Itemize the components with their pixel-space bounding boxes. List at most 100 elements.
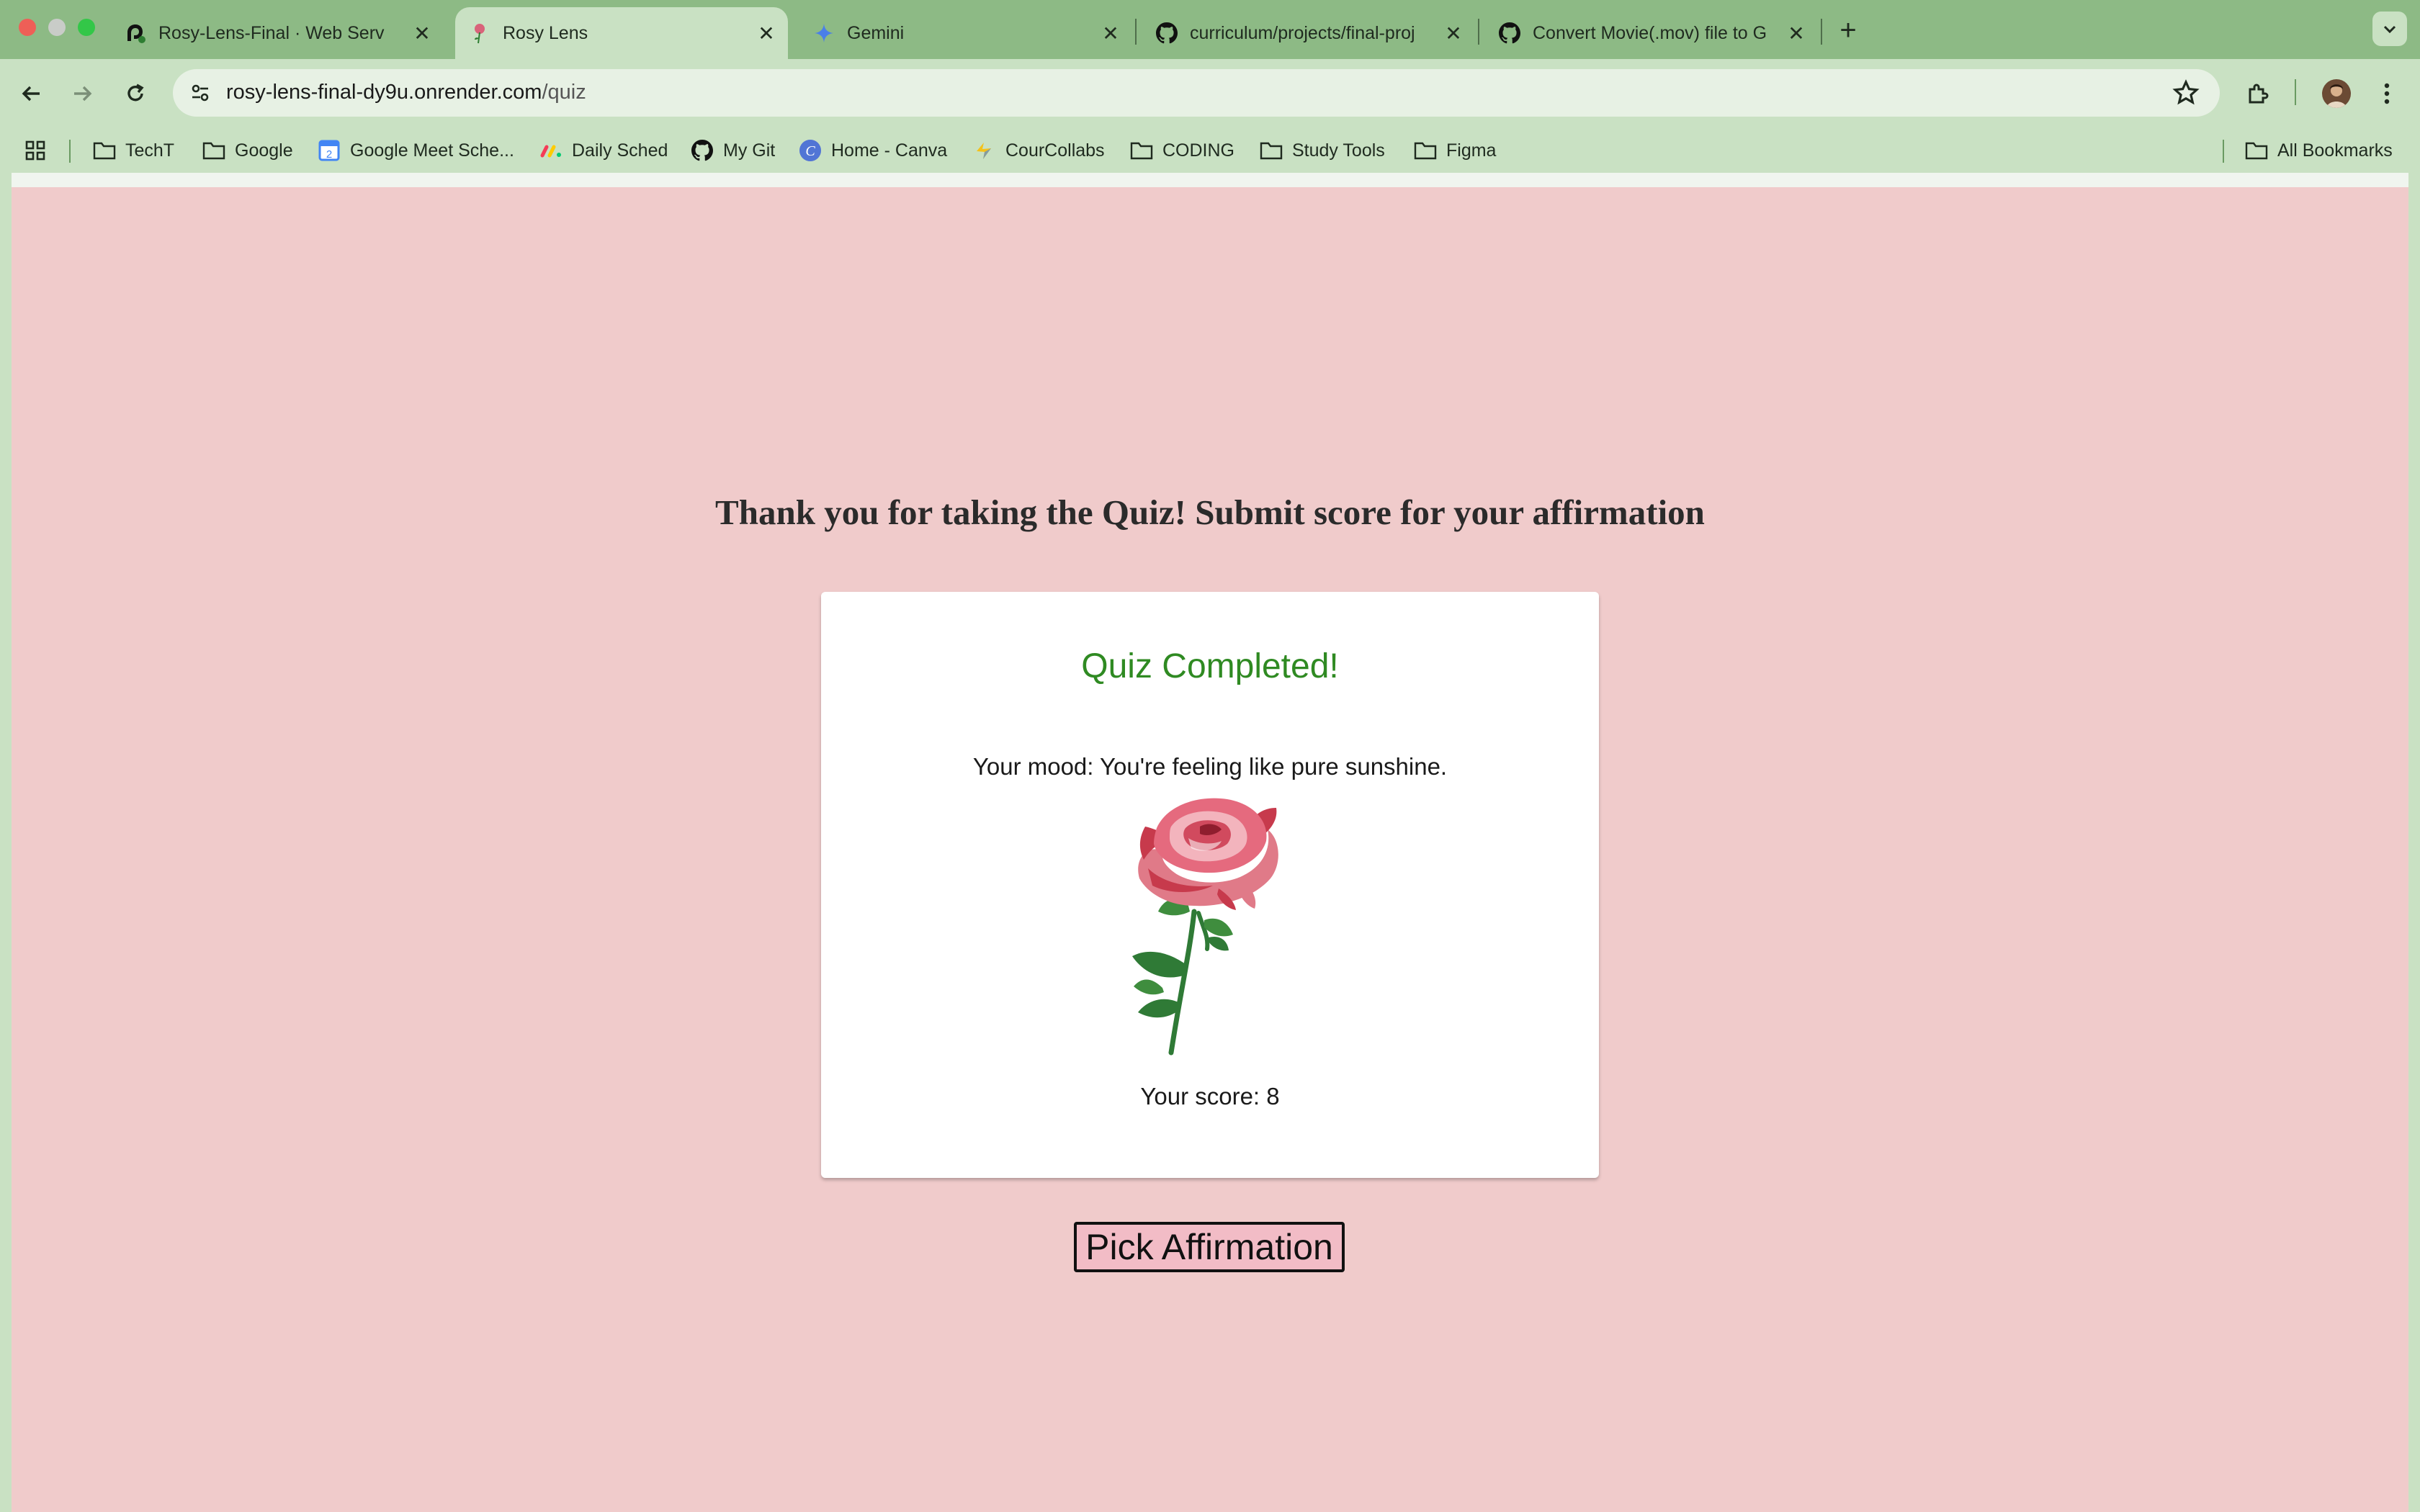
url-host: rosy-lens-final-dy9u.onrender.com [226,81,542,104]
close-tab-icon[interactable]: ✕ [755,22,778,45]
extensions-button[interactable] [2240,75,2277,112]
url-path: /quiz [542,81,586,104]
close-tab-icon[interactable]: ✕ [411,22,434,45]
arrow-right-icon [74,86,92,102]
tab-title: Gemini [847,22,905,43]
github-icon [1155,22,1178,45]
svg-text:C: C [805,143,815,159]
bookmark-star-icon[interactable] [2172,79,2200,107]
site-info-icon[interactable] [183,76,218,110]
all-bookmarks-button[interactable]: All Bookmarks [2244,135,2393,166]
mood-text: Your mood: You're feeling like pure suns… [972,753,1448,780]
lightning-icon [972,138,997,163]
new-tab-button[interactable]: + [1832,14,1864,46]
tab-search-button[interactable] [2372,12,2407,46]
bookmark-google-meet[interactable]: 2 Google Meet Sche... [317,135,514,166]
bookmark-study-tools[interactable]: Study Tools [1259,135,1385,166]
tab-convert-movie[interactable]: Convert Movie(.mov) file to G ✕ [1485,7,1818,59]
close-tab-icon[interactable]: ✕ [1785,22,1808,45]
reload-icon [127,84,144,102]
tab-title: Rosy-Lens-Final · Web Serv [158,22,385,43]
profile-button[interactable] [2318,75,2355,112]
tab-separator [1135,19,1137,45]
tab-strip: Rosy-Lens-Final · Web Serv ✕ Rosy Lens ✕… [0,0,2420,59]
rose-favicon-icon [468,22,491,45]
avatar [2322,79,2351,108]
minimize-window-button[interactable] [48,19,66,36]
rose-image [1132,798,1278,1056]
bookmark-my-git[interactable]: My Git [690,135,775,166]
bookmark-label: My Git [723,140,776,161]
maximize-window-button[interactable] [78,19,95,36]
svg-text:2: 2 [326,148,332,161]
folder-icon [1129,138,1154,163]
bookmark-label: Figma [1446,140,1497,161]
bookmarks-bar: TechT Google 2 Google Meet Sche... Daily… [0,128,2420,173]
tab-title: curriculum/projects/final-proj [1190,22,1415,43]
close-tab-icon[interactable]: ✕ [1099,22,1122,45]
viewport-right-edge [2408,173,2420,1512]
bookmark-label: Google [235,140,293,161]
render-favicon-icon [124,22,147,45]
bookmark-courcollabs[interactable]: CourCollabs [972,135,1105,166]
tab-rosy-lens-final-web-service[interactable]: Rosy-Lens-Final · Web Serv ✕ [111,7,444,59]
github-icon [1498,22,1521,45]
more-vertical-icon [2384,83,2390,104]
score-text: Your score: 8 [1140,1083,1280,1110]
window-controls [19,19,95,36]
all-bookmarks-label: All Bookmarks [2277,140,2393,161]
browser-toolbar: rosy-lens-final-dy9u.onrender.com/quiz [0,59,2420,128]
tab-title: Convert Movie(.mov) file to G [1533,22,1767,43]
folder-icon [92,138,117,163]
tab-separator [1821,19,1822,45]
bookmark-daily-sched[interactable]: Daily Sched [539,135,668,166]
apps-button[interactable] [24,135,46,166]
canva-icon: C [798,138,823,163]
viewport-top-edge [0,173,2420,187]
monday-icon [539,138,563,163]
puzzle-icon [2249,84,2269,104]
quiz-completed-title: Quiz Completed! [1081,647,1339,685]
viewport-left-edge [0,173,12,1512]
bookmark-home-canva[interactable]: C Home - Canva [798,135,947,166]
quiz-result-card: Quiz Completed! Your mood: You're feelin… [821,592,1599,1178]
url-text[interactable]: rosy-lens-final-dy9u.onrender.com/quiz [226,81,586,104]
toolbar-separator [2295,79,2296,105]
tab-separator [1478,19,1479,45]
folder-icon [1259,138,1283,163]
bookmark-label: Daily Sched [572,140,668,161]
bookmark-coding[interactable]: CODING [1129,135,1234,166]
bookmark-techt[interactable]: TechT [92,135,174,166]
folder-icon [1413,138,1438,163]
bookmark-google[interactable]: Google [202,135,293,166]
folder-icon [202,138,226,163]
bookmark-label: Study Tools [1292,140,1385,161]
bookmark-label: Google Meet Sche... [350,140,514,161]
forward-button[interactable] [62,73,102,114]
arrow-left-icon [22,86,40,102]
address-bar[interactable]: rosy-lens-final-dy9u.onrender.com/quiz [173,69,2220,117]
page-heading: Thank you for taking the Quiz! Submit sc… [715,492,1705,532]
back-button[interactable] [12,73,52,114]
tab-rosy-lens[interactable]: Rosy Lens ✕ [455,7,788,59]
browser-menu-button[interactable] [2368,75,2406,112]
tab-title: Rosy Lens [503,22,588,43]
github-icon [690,138,714,163]
bookmarks-separator [2223,140,2224,163]
bookmark-label: CourCollabs [1005,140,1105,161]
chevron-down-icon [2383,25,2396,34]
close-tab-icon[interactable]: ✕ [1442,22,1465,45]
apps-grid-icon [25,140,45,161]
tab-gemini[interactable]: Gemini ✕ [799,7,1132,59]
tab-curriculum[interactable]: curriculum/projects/final-proj ✕ [1142,7,1475,59]
bookmark-label: Home - Canva [831,140,948,161]
close-window-button[interactable] [19,19,36,36]
bookmark-label: CODING [1162,140,1234,161]
reload-button[interactable] [115,73,156,114]
calendar-icon: 2 [317,138,341,163]
bookmarks-separator [69,140,71,163]
folder-icon [2244,138,2269,163]
bookmark-figma[interactable]: Figma [1413,135,1496,166]
pick-affirmation-button[interactable]: Pick Affirmation [1074,1222,1345,1272]
gemini-icon [812,22,835,45]
